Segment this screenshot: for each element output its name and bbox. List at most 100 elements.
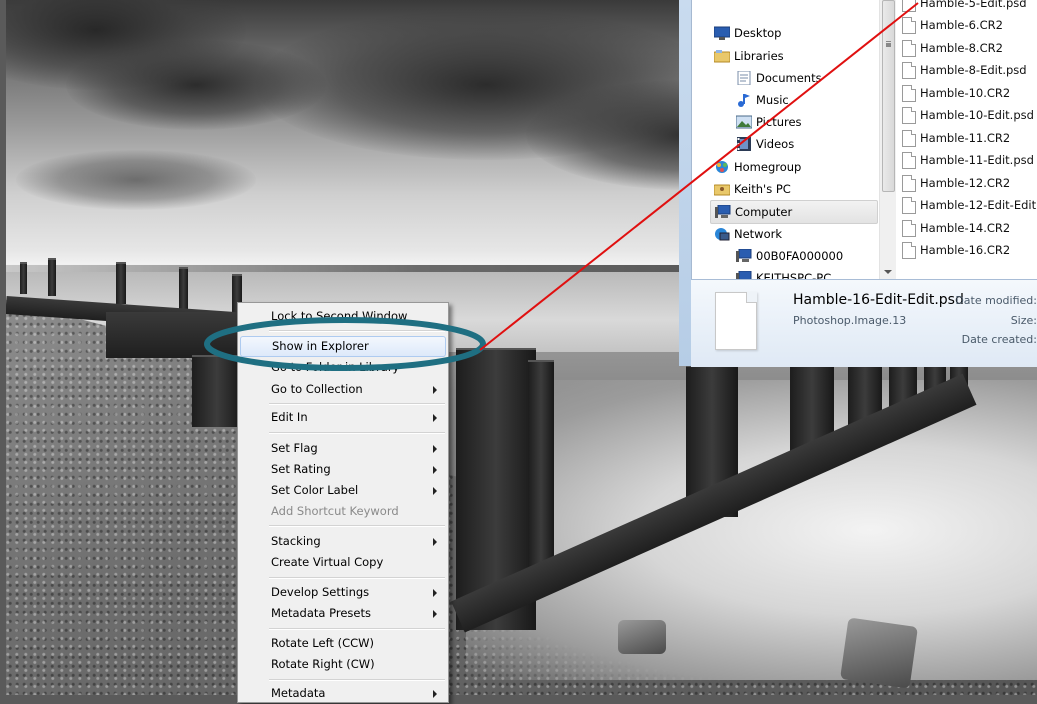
nav-item-music[interactable]: Music [736, 89, 876, 111]
nav-item-00b0fa000000[interactable]: 00B0FA000000 [736, 245, 876, 267]
file-icon [902, 17, 916, 34]
menu-item-label: Add Shortcut Keyword [271, 504, 399, 518]
scroll-down-arrow-icon[interactable] [884, 270, 892, 274]
nav-item-label: Music [756, 93, 789, 107]
file-icon [902, 0, 916, 12]
file-icon [902, 175, 916, 192]
nav-item-documents[interactable]: Documents [736, 67, 876, 89]
menu-separator [269, 525, 445, 527]
file-icon [902, 220, 916, 237]
menu-item-lock-to-second-window[interactable]: Lock to Second Window [240, 306, 446, 327]
menu-item-label: Stacking [271, 534, 321, 548]
menu-item-label: Develop Settings [271, 585, 370, 599]
menu-item-metadata-presets[interactable]: Metadata Presets [240, 603, 446, 624]
file-icon [902, 85, 916, 102]
submenu-arrow-icon [433, 414, 437, 422]
nav-item-desktop[interactable]: Desktop [714, 22, 874, 44]
menu-item-set-rating[interactable]: Set Rating [240, 459, 446, 480]
menu-separator [269, 403, 445, 405]
menu-item-label: Metadata [271, 686, 326, 700]
file-name: Hamble-10.CR2 [920, 86, 1011, 100]
menu-item-go-to-folder-in-library[interactable]: Go to Folder in Library [240, 357, 446, 378]
groyne-post [179, 267, 188, 309]
details-date-created-label: Date created: [961, 333, 1037, 346]
file-icon [902, 197, 916, 214]
nav-item-videos[interactable]: Videos [736, 133, 876, 155]
nav-item-label: Libraries [734, 49, 784, 63]
file-name: Hamble-12.CR2 [920, 176, 1011, 190]
user-folder-icon [714, 184, 730, 196]
menu-item-create-virtual-copy[interactable]: Create Virtual Copy [240, 552, 446, 573]
details-file-type: Photoshop.Image.13 [793, 314, 907, 327]
submenu-arrow-icon [433, 445, 437, 453]
groyne-post [116, 262, 126, 304]
file-name: Hamble-11.CR2 [920, 131, 1011, 145]
file-thumbnail-icon [715, 292, 757, 350]
file-name: Hamble-8.CR2 [920, 41, 1003, 55]
nav-item-label: KEITHSPC-PC [756, 271, 832, 279]
explorer-content: Desktop Libraries Documents Music Pictur… [691, 0, 1037, 279]
nav-item-computer[interactable]: Computer [710, 200, 878, 224]
nav-item-pictures[interactable]: Pictures [736, 111, 876, 133]
submenu-arrow-icon [433, 487, 437, 495]
network-computer-icon [736, 271, 752, 279]
groyne-post [48, 258, 56, 296]
scrollbar-thumb[interactable] [882, 0, 895, 192]
menu-separator [269, 628, 445, 630]
submenu-arrow-icon [433, 538, 437, 546]
menu-item-label: Metadata Presets [271, 606, 371, 620]
navigation-pane: Desktop Libraries Documents Music Pictur… [692, 0, 878, 279]
menu-item-label: Go to Folder in Library [271, 360, 400, 374]
file-list: Hamble-5-Edit.psd Hamble-6.CR2 Hamble-8.… [902, 0, 1037, 279]
nav-item-homegroup[interactable]: Homegroup [714, 156, 874, 178]
nav-item-libraries[interactable]: Libraries [714, 45, 874, 67]
pictures-icon [736, 115, 752, 129]
menu-item-label: Rotate Right (CW) [271, 657, 375, 671]
submenu-arrow-icon [433, 466, 437, 474]
submenu-arrow-icon [433, 386, 437, 394]
file-icon [902, 152, 916, 169]
file-name: Hamble-11-Edit.psd [920, 153, 1034, 167]
nav-item-label: Network [734, 227, 783, 241]
nav-item-label: Pictures [756, 115, 802, 129]
rock [618, 620, 666, 654]
menu-item-develop-settings[interactable]: Develop Settings [240, 582, 446, 603]
menu-item-label: Create Virtual Copy [271, 555, 384, 569]
file-icon [902, 107, 916, 124]
menu-item-show-in-explorer[interactable]: Show in Explorer [240, 336, 446, 357]
menu-item-go-to-collection[interactable]: Go to Collection [240, 379, 446, 400]
details-pane: Hamble-16-Edit-Edit.psd Photoshop.Image.… [691, 279, 1037, 367]
menu-item-set-color-label[interactable]: Set Color Label [240, 480, 446, 501]
computer-icon [715, 205, 731, 218]
details-size-label: Size: [1010, 314, 1037, 327]
nav-item-keiths-pc[interactable]: Keith's PC [714, 178, 874, 200]
file-icon [902, 62, 916, 79]
submenu-arrow-icon [433, 690, 437, 698]
menu-separator [269, 577, 445, 579]
nav-item-keithspc-pc[interactable]: KEITHSPC-PC [736, 267, 876, 279]
menu-separator [269, 432, 445, 434]
menu-item-rotate-left[interactable]: Rotate Left (CCW) [240, 633, 446, 654]
file-name: Hamble-5-Edit.psd [920, 0, 1027, 10]
cloud [66, 40, 326, 130]
menu-separator [269, 679, 445, 681]
nav-scrollbar[interactable] [879, 0, 896, 279]
nav-item-network[interactable]: Network [714, 223, 874, 245]
menu-item-stacking[interactable]: Stacking [240, 531, 446, 552]
groyne-post [192, 355, 242, 427]
menu-item-label: Set Color Label [271, 483, 359, 497]
rock [840, 617, 918, 689]
grip-icon [886, 41, 891, 43]
menu-item-set-flag[interactable]: Set Flag [240, 438, 446, 459]
network-icon [715, 228, 730, 241]
menu-item-label: Set Rating [271, 462, 331, 476]
nav-item-label: Videos [756, 137, 795, 151]
menu-item-label: Edit In [271, 410, 308, 424]
file-icon [902, 40, 916, 57]
menu-item-label: Show in Explorer [272, 339, 369, 353]
file-name: Hamble-12-Edit-Edit.psd [920, 198, 1037, 212]
menu-item-rotate-right[interactable]: Rotate Right (CW) [240, 654, 446, 675]
explorer-window: Desktop Libraries Documents Music Pictur… [679, 0, 1037, 367]
menu-item-edit-in[interactable]: Edit In [240, 407, 446, 428]
file-icon [902, 242, 916, 259]
